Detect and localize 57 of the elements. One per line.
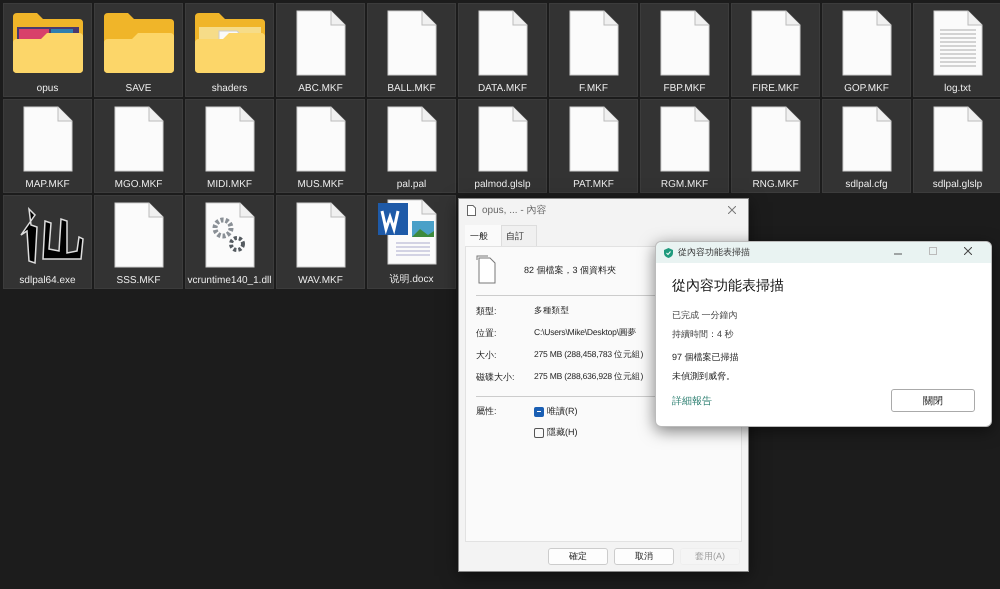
file-item[interactable]: RGM.MKF xyxy=(640,99,729,193)
field-label: 位置: xyxy=(476,326,498,340)
shield-icon xyxy=(664,248,673,258)
file-item[interactable]: DATA.MKF xyxy=(458,3,547,97)
window-title: 從內容功能表掃描 xyxy=(678,246,750,259)
scan-result: 未偵測到威脅。 xyxy=(672,370,736,383)
report-link[interactable]: 詳細報告 xyxy=(672,394,712,408)
file-item[interactable]: opus xyxy=(3,3,92,97)
scan-result: 97 個檔案已掃描 xyxy=(672,351,740,364)
file-item[interactable]: sdlpal64.exe xyxy=(3,195,92,289)
field-label: 類型: xyxy=(476,304,498,318)
file-item[interactable]: MIDI.MKF xyxy=(185,99,274,193)
dialog-button[interactable]: 取消 xyxy=(614,548,674,565)
field-label: 大小: xyxy=(476,348,498,362)
file-item[interactable]: FIRE.MKF xyxy=(731,3,820,97)
close-button[interactable]: 關閉 xyxy=(891,389,975,412)
field-value: 多種類型 xyxy=(534,305,570,317)
scan-info: 持續時間：4 秒 xyxy=(672,328,735,341)
file-item[interactable]: MAP.MKF xyxy=(3,99,92,193)
file-item[interactable]: SSS.MKF xyxy=(94,195,183,289)
file-icon xyxy=(467,204,476,216)
file-item[interactable]: MGO.MKF xyxy=(94,99,183,193)
field-value: C:\Users\Mike\Desktop\圓夢 xyxy=(534,327,636,339)
field-value: 275 MB (288,458,783 位元組) xyxy=(534,349,644,361)
file-item[interactable]: SAVE xyxy=(94,3,183,97)
file-item[interactable]: F.MKF xyxy=(549,3,638,97)
file-item[interactable]: palmod.glslp xyxy=(458,99,547,193)
file-item[interactable]: PAT.MKF xyxy=(549,99,638,193)
file-item[interactable]: RNG.MKF xyxy=(731,99,820,193)
file-item[interactable]: 说明.docx xyxy=(367,195,456,289)
file-item[interactable]: MUS.MKF xyxy=(276,99,365,193)
file-item[interactable]: sdlpal.cfg xyxy=(822,99,911,193)
checkbox-box[interactable] xyxy=(534,428,544,438)
file-item[interactable]: log.txt xyxy=(913,3,1000,97)
field-label: 屬性: xyxy=(476,405,498,418)
file-item[interactable]: shaders xyxy=(185,3,274,97)
tab[interactable]: 一般 xyxy=(465,225,501,246)
field-value: 275 MB (288,636,928 位元組) xyxy=(534,371,644,383)
dialog-button[interactable]: 確定 xyxy=(548,548,608,565)
files-icon xyxy=(476,255,498,285)
file-item[interactable]: ABC.MKF xyxy=(276,3,365,97)
scan-info: 已完成 一分鐘內 xyxy=(672,309,739,322)
file-item[interactable]: pal.pal xyxy=(367,99,456,193)
checkbox-box[interactable] xyxy=(534,406,544,416)
scan-heading: 從內容功能表掃描 xyxy=(672,277,785,295)
file-item[interactable]: BALL.MKF xyxy=(367,3,456,97)
summary-text: 82 個檔案，3 個資料夾 xyxy=(524,264,616,276)
checkbox[interactable]: 隱藏(H) xyxy=(534,426,578,439)
tab[interactable]: 自訂 xyxy=(501,225,537,246)
file-item[interactable]: FBP.MKF xyxy=(640,3,729,97)
file-item[interactable]: WAV.MKF xyxy=(276,195,365,289)
field-label: 磁碟大小: xyxy=(476,370,516,384)
window-title: opus, ... - 內容 xyxy=(482,204,546,217)
checkbox[interactable]: 唯讀(R) xyxy=(534,405,578,418)
file-item[interactable]: GOP.MKF xyxy=(822,3,911,97)
file-item[interactable]: vcruntime140_1.dll xyxy=(185,195,274,289)
file-item[interactable]: sdlpal.glslp xyxy=(913,99,1000,193)
